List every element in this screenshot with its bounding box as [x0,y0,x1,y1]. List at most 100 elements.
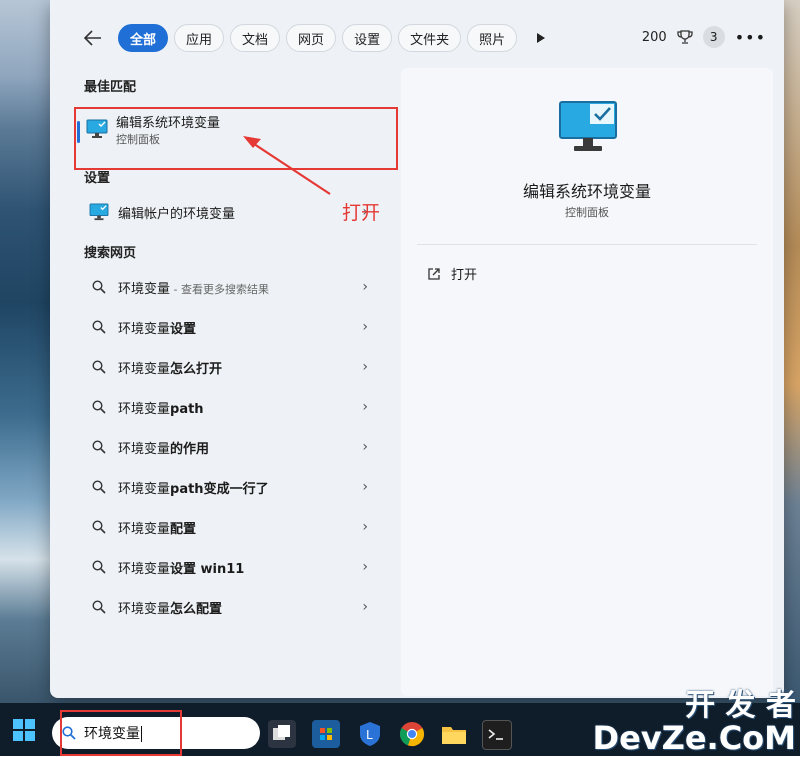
web-result-item[interactable]: 环境变量 - 查看更多搜索结果 › [74,267,394,307]
web-result-prefix: 环境变量 [118,441,171,457]
web-result-suggestion: 怎么配置 [170,601,223,617]
filter-photos[interactable]: 照片 [467,24,518,52]
chevron-right-icon: › [362,479,368,495]
chevron-right-icon: › [362,359,368,375]
chevron-right-icon: › [362,439,368,455]
task-view-icon[interactable] [268,720,296,748]
web-result-item[interactable]: 环境变量path › [74,387,394,427]
best-match-heading: 最佳匹配 [84,80,137,95]
terminal-icon[interactable] [482,720,512,750]
web-result-label: 环境变量path [118,398,204,417]
watermark-line1: 开 发 者 [685,688,796,723]
web-result-prefix: 环境变量 [118,361,171,377]
filter-apps[interactable]: 应用 [174,24,225,52]
web-result-label: 环境变量怎么配置 [118,598,222,617]
web-result-label: 环境变量配置 [118,518,196,537]
chevron-right-icon: › [362,399,368,415]
web-result-prefix: 环境变量 [118,521,171,537]
web-results: 环境变量 - 查看更多搜索结果 › 环境变量设置 › 环境变量怎么打开 › 环境变量path… [74,267,394,627]
more-filters-button[interactable] [529,24,553,52]
notification-badge[interactable]: 3 [702,26,725,48]
annotation-arrow-icon [243,136,331,195]
web-result-suggestion: 配置 [170,521,197,537]
search-icon [88,596,110,618]
filter-all[interactable]: 全部 [118,24,169,52]
divider [417,244,757,245]
chevron-right-icon: › [362,599,368,615]
watermark-line2: DevZe.CoM [592,719,797,757]
open-action[interactable]: 打开 [427,264,477,283]
chevron-right-icon: › [362,519,368,535]
rewards-points: 200 [641,29,667,45]
more-options-icon[interactable]: ••• [735,28,766,47]
web-result-prefix: 环境变量 [118,401,171,417]
settings-item-label: 编辑帐户的环境变量 [118,206,236,222]
search-icon [88,516,110,538]
web-result-item[interactable]: 环境变量怎么打开 › [74,347,394,387]
rewards-trophy-icon[interactable] [677,29,693,45]
web-result-prefix: 环境变量 [118,281,171,297]
web-result-item[interactable]: 环境变量path变成一行了 › [74,467,394,507]
watermark: 开 发 者 DevZe.CoM [592,688,797,757]
web-result-item[interactable]: 环境变量设置 win11 › [74,547,394,587]
header-tools: 200 3 ••• [642,26,766,48]
web-result-item[interactable]: 环境变量设置 › [74,307,394,347]
search-icon [88,436,110,458]
search-icon [88,396,110,418]
web-result-suggestion: path [170,401,204,417]
back-button[interactable] [78,23,108,53]
search-web-heading: 搜索网页 [84,246,137,261]
search-icon [88,556,110,578]
web-result-suggestion: 设置 [170,321,197,337]
filter-documents[interactable]: 文档 [230,24,281,52]
chevron-right-icon: › [362,559,368,575]
svg-text:L: L [366,728,373,742]
detail-subtitle: 控制面板 [565,206,609,219]
search-icon [88,276,110,298]
web-result-label: 环境变量怎么打开 [118,358,222,377]
web-result-item[interactable]: 环境变量的作用 › [74,427,394,467]
web-result-suggestion: 设置 win11 [170,561,245,577]
web-result-item[interactable]: 环境变量配置 › [74,507,394,547]
filter-folders[interactable]: 文件夹 [398,24,462,52]
chevron-right-icon: › [362,319,368,335]
web-result-prefix: 环境变量 [118,481,171,497]
arrow-left-icon [84,30,101,46]
web-result-label: 环境变量设置 win11 [118,558,244,577]
filter-web[interactable]: 网页 [286,24,337,52]
open-external-icon [428,267,440,280]
web-result-suggestion: 的作用 [170,441,210,457]
search-icon [88,476,110,498]
shield-app-icon[interactable]: L [356,720,384,748]
web-result-item[interactable]: 环境变量怎么配置 › [74,587,394,627]
detail-pane: 编辑系统环境变量 控制面板 打开 [401,68,773,696]
chrome-icon[interactable] [398,720,426,748]
web-result-suggestion: path变成一行了 [170,481,269,497]
web-result-prefix: 环境变量 [118,601,171,617]
web-result-label: 环境变量设置 [118,318,196,337]
web-result-prefix: 环境变量 [118,561,171,577]
control-panel-large-icon [558,100,618,160]
annotation-text: 打开 [342,202,381,224]
web-result-suggestion: 怎么打开 [170,361,223,377]
open-action-label: 打开 [451,268,478,283]
store-app-icon[interactable] [312,720,340,748]
windows-start-icon[interactable] [12,718,36,742]
web-result-hint: - 查看更多搜索结果 [170,282,269,296]
search-icon [88,356,110,378]
search-icon [88,316,110,338]
web-result-label: 环境变量 - 查看更多搜索结果 [118,278,269,297]
search-panel: 全部 应用 文档 网页 设置 文件夹 照片 200 3 ••• 最佳匹配 编辑系… [50,0,784,698]
filter-bar: 全部 应用 文档 网页 设置 文件夹 照片 [78,22,553,54]
chevron-right-icon: › [362,279,368,295]
play-icon [537,33,546,43]
detail-title: 编辑系统环境变量 [522,182,651,201]
filter-settings[interactable]: 设置 [342,24,393,52]
web-result-label: 环境变量的作用 [118,438,209,457]
file-explorer-icon[interactable] [440,720,468,748]
web-result-label: 环境变量path变成一行了 [118,478,269,497]
control-panel-icon [88,201,110,223]
annotation-highlight-box-taskbar [60,710,182,756]
web-result-prefix: 环境变量 [118,321,171,337]
annotation-highlight-box [74,107,398,170]
